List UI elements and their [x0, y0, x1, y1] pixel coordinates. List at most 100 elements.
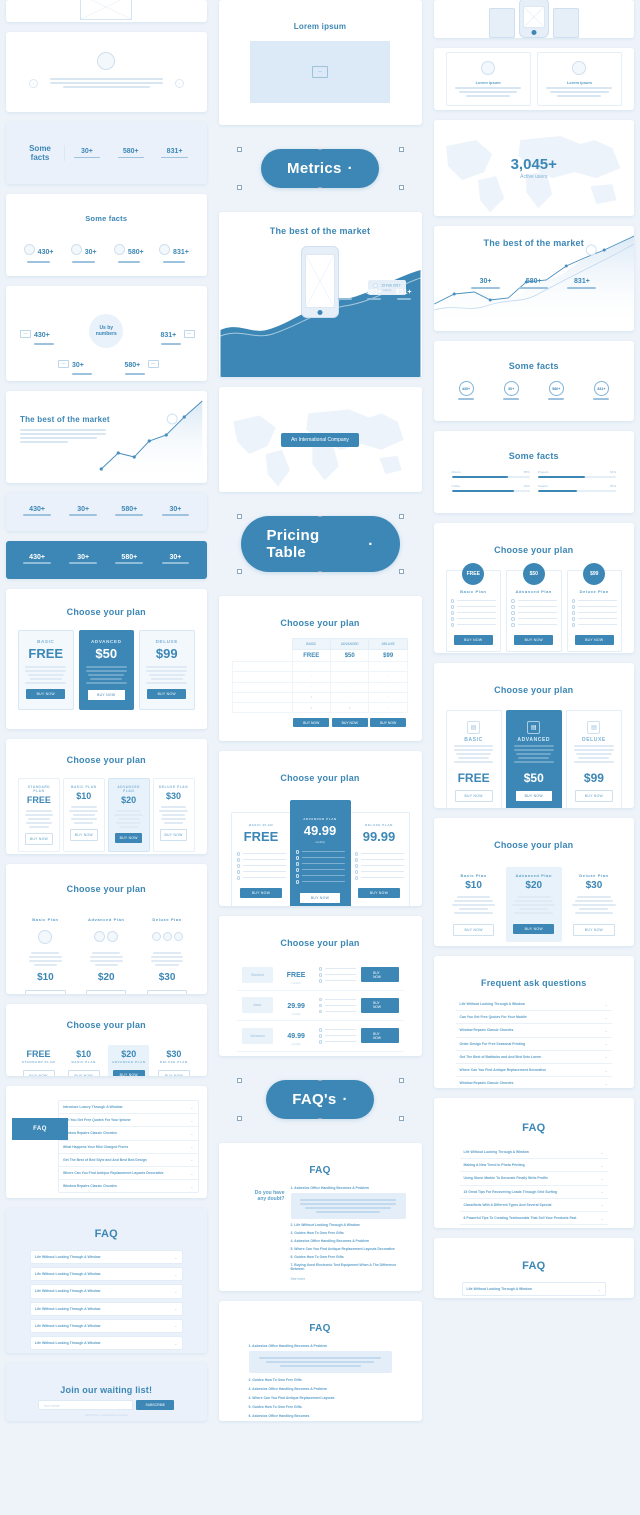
buy-now-button[interactable]: BUY NOW [26, 688, 66, 699]
buy-now-button[interactable]: BUY NOW [25, 989, 66, 994]
faq-row[interactable]: 4. Asbestos Office Handling Becomes A Pr… [291, 1239, 406, 1243]
faq-row[interactable]: 6. Guides How To Own Free Gifts [291, 1255, 406, 1259]
faq-row[interactable]: 5. Where Can You Find Antique Replacemen… [291, 1247, 406, 1251]
faq-row[interactable]: 3. Guides How To Own Free Gifts [291, 1231, 406, 1235]
subscribe-button[interactable]: SUBSCRIBE [136, 1400, 175, 1410]
plan-card[interactable]: Advanced Plan $20 BUY NOW [78, 911, 134, 994]
faq-row[interactable]: Window Repairs Classic Chordes ⌄ [455, 1024, 612, 1038]
buy-now-button[interactable]: BUY NOW [70, 828, 98, 841]
faq-row[interactable]: Life Without Looking Through A Window ⌄ [30, 1318, 183, 1333]
buy-now-button[interactable]: BUY NOW [361, 967, 399, 983]
buy-now-button[interactable]: BUY NOW [574, 789, 613, 802]
buy-now-button[interactable]: BUY NOW [22, 1070, 55, 1076]
buy-now-button[interactable]: BUY NOW [86, 688, 126, 701]
card-faq-final-list[interactable]: FAQ Life Without Looking Through A Windo… [433, 1238, 634, 1298]
plan-row[interactable]: Standard FREE monthly BUY NOW [236, 960, 404, 991]
plan-row[interactable]: Deluxe 99.99monthly BUY NOW [237, 1052, 404, 1057]
buy-now-button[interactable]: BUY NOW [293, 718, 330, 728]
feature-card[interactable]: Lorem ipsum [536, 51, 622, 107]
card-pricing-simple[interactable]: Choose your plan Basic Plan $10 BUY NOW … [433, 818, 634, 946]
buy-now-button[interactable]: BUY NOW [357, 887, 401, 898]
faq-row[interactable]: Life Without Looking Through A Window ⌄ [30, 1335, 183, 1351]
faq-row[interactable]: Life Without Looking Through A Window ⌄ [461, 1282, 606, 1297]
email-input[interactable]: Your email [38, 1400, 134, 1410]
faq-row[interactable]: Introduce Luxury Through A Window ⌄ [59, 1101, 198, 1115]
card-line-chart-left[interactable]: The best of the market [6, 391, 207, 483]
card-pricing-highlight[interactable]: Choose your plan BASIC PLAN FREE BUY NOW… [218, 751, 422, 906]
faq-row[interactable]: Life Without Looking Through A Window ⌄ [459, 1146, 608, 1160]
buy-now-button[interactable]: BUY NOW [86, 989, 127, 994]
faq-row[interactable]: Window Repairs Classic Chordes ⌄ [59, 1180, 198, 1192]
plan-card[interactable]: Basic Plan $10 BUY NOW [445, 867, 502, 942]
card-pricing-4[interactable]: Choose your plan STANDARD PLAN FREE BUY … [6, 739, 207, 854]
plan-card[interactable]: $20 ADVANCED PLAN BUY NOW [108, 1045, 150, 1076]
buy-now-button[interactable]: BUY NOW [513, 923, 555, 934]
card-world-map-users[interactable]: 3,045+ Active users [433, 120, 634, 216]
faq-row[interactable]: Life Without Looking Through A Window ⌄ [455, 998, 612, 1012]
card-faq-bottom-list[interactable]: FAQ 1. Asbestos Office Handling Becomes … [218, 1301, 422, 1421]
buy-now-button[interactable]: BUY NOW [147, 688, 187, 699]
buy-now-button[interactable]: BUY NOW [574, 634, 614, 645]
plan-card[interactable]: Deluxe Plan $30 BUY NOW [565, 867, 623, 942]
plan-card[interactable]: $10 BASIC PLAN BUY NOW [63, 1045, 105, 1076]
card-line-chart-right[interactable]: The best of the market 30+ 580+ 831+ [433, 226, 634, 331]
plan-card[interactable]: ADVANCED PLAN $20 BUY NOW [107, 778, 150, 852]
plan-card[interactable]: ▤ BASIC FREE BUY NOW [445, 710, 502, 808]
faq-row[interactable]: Can You Get Free Quotes For Your Iphone ⌄ [59, 1114, 198, 1128]
buy-now-button[interactable]: BUY NOW [159, 828, 188, 841]
plan-row[interactable]: Advanced 49.99 monthly BUY NOW [236, 1021, 404, 1052]
faq-row[interactable]: Using Stone Marble To Decorate Finally W… [459, 1172, 608, 1186]
plan-card[interactable]: Basic Plan $10 BUY NOW [18, 911, 73, 994]
section-header-pricing[interactable]: Pricing Table · [219, 502, 422, 586]
card-international-map[interactable]: An International Company [218, 387, 422, 492]
buy-now-button[interactable]: BUY NOW [370, 718, 407, 728]
faq-row[interactable]: Can You Get Free Quotes For Your Mobile ⌄ [455, 1011, 612, 1025]
card-faq-boxed-list[interactable]: FAQ Life Without Looking Through A Windo… [433, 1098, 634, 1228]
faq-row[interactable]: Get The Best of Bathtubs and And Bed Set… [455, 1051, 612, 1064]
card-pricing-table[interactable]: Choose your plan BASIC ADVANCED DELUXE F… [218, 596, 422, 741]
faq-row[interactable]: Where Can You Find Antique Replacement D… [455, 1064, 612, 1078]
buy-now-button[interactable]: BUY NOW [67, 1070, 100, 1076]
plan-card[interactable]: BASIC PLAN $10 BUY NOW [62, 778, 105, 852]
card-faq-simple-list[interactable]: FAQ Life Without Looking Through A Windo… [6, 1208, 207, 1353]
buy-now-button[interactable]: BUY NOW [146, 989, 188, 994]
faq-row[interactable]: Making A New Trend In Photo Printing ⌄ [459, 1159, 608, 1173]
card-ring-facts[interactable]: Some facts 430+ 30+ 580+ 831+ [433, 341, 634, 421]
faq-row[interactable]: 15 Great Tips For Recovering Loads Throu… [459, 1186, 608, 1199]
card-waiting-list[interactable]: Join our waiting list! Your email SUBSCR… [6, 1363, 207, 1421]
card-hero-wireframe[interactable] [6, 0, 207, 22]
faq-row[interactable]: 1. Asbestos Office Handling Becomes A Pr… [249, 1344, 392, 1348]
buy-now-button[interactable]: BUY NOW [112, 1070, 145, 1076]
buy-now-button[interactable]: BUY NOW [454, 789, 493, 802]
section-pill[interactable]: Pricing Table · [240, 516, 400, 572]
buy-now-button[interactable]: BUY NOW [25, 832, 53, 845]
card-pricing-rows[interactable]: Choose your plan Standard FREE monthly BU… [218, 916, 422, 1057]
card-stats-strip-light[interactable]: 430+ 30+ 580+ 30+ [6, 493, 207, 531]
plan-card[interactable]: BASIC FREE BUY NOW [18, 630, 74, 710]
slider-prev-icon[interactable]: ‹ [28, 78, 38, 88]
faq-row[interactable]: Get The Best of Bed Style and And Best B… [59, 1154, 198, 1167]
plan-row[interactable]: Basic 29.99 monthly BUY NOW [236, 991, 404, 1021]
plan-card[interactable]: FREE Basic Plan BUY NOW [445, 563, 501, 652]
plan-card[interactable]: Deluxe Plan $30 BUY NOW [139, 911, 195, 994]
faq-row[interactable]: 6. Asbestos Office Handling Becomes [249, 1414, 392, 1418]
faq-row[interactable]: 6 Powerful Tips To Creating Testimonials… [459, 1212, 608, 1226]
plan-card[interactable]: ▤ DELUXE $99 BUY NOW [565, 710, 623, 808]
section-pill[interactable]: Metrics · [261, 149, 379, 188]
card-pricing-compact[interactable]: Choose your plan FREE STANDARD PLAN BUY … [6, 1004, 207, 1076]
card-pricing-3-bold[interactable]: Choose your plan BASIC FREE BUY NOW ADVA… [6, 589, 207, 729]
buy-now-button[interactable]: BUY NOW [452, 923, 495, 936]
buy-now-button[interactable]: BUY NOW [114, 832, 143, 843]
card-progress-facts[interactable]: Some facts Clients 85% Projects 64% Coffee… [433, 431, 634, 513]
card-lorem-image[interactable]: Lorem ipsum 〰 [218, 0, 422, 125]
plan-card[interactable]: $50 Advanced Plan BUY NOW [506, 563, 562, 652]
faq-row[interactable]: Classifieds With A Different Types And S… [459, 1199, 608, 1212]
card-pricing-avatars[interactable]: Choose your plan Basic Plan $10 BUY NOW … [6, 864, 207, 994]
faq-row[interactable]: Life Without Looking Through A Window ⌄ [30, 1284, 183, 1299]
faq-row[interactable]: Busy Bills Reviews And Prepaid With Comm… [460, 1225, 609, 1228]
buy-now-button[interactable]: BUY NOW [157, 1070, 190, 1076]
section-header-metrics[interactable]: Metrics · [219, 135, 422, 202]
card-testimonial-slider[interactable]: ‹ › [6, 32, 207, 112]
buy-now-button[interactable]: BUY NOW [514, 634, 554, 645]
buy-now-button[interactable]: BUY NOW [239, 887, 283, 898]
